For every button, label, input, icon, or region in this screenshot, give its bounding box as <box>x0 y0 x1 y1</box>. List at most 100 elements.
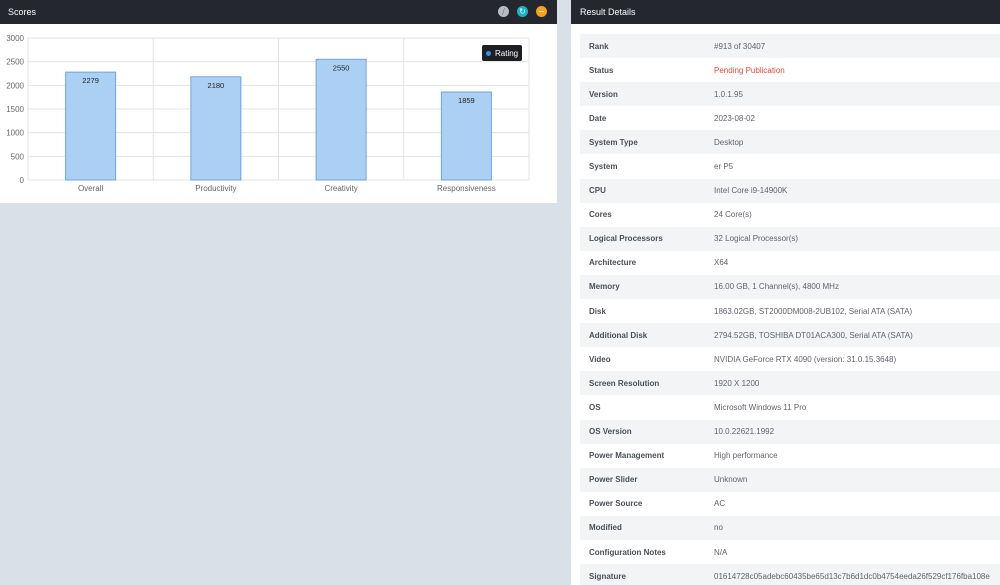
details-row-value: 1.0.1.95 <box>714 89 743 99</box>
details-row-value: 2794.52GB, TOSHIBA DT01ACA300, Serial AT… <box>714 330 913 340</box>
details-row: Date 2023-08-02 <box>580 106 1000 131</box>
details-row-value: AC <box>714 499 726 509</box>
details-row: Version 1.0.1.95 <box>580 82 1000 107</box>
details-row-label: Power Management <box>589 451 665 461</box>
x-tick-label: Creativity <box>324 184 357 193</box>
details-row-label: CPU <box>589 186 606 196</box>
scores-chart-svg: 0 500 1000 1500 2000 2500 3000 2279 Overall 2180 P… <box>6 34 530 193</box>
chart-legend[interactable]: Rating <box>482 45 522 61</box>
scores-panel-header: Scores ∕ ↻ − <box>0 0 557 24</box>
details-row-value: 16.00 GB, 1 Channel(s), 4800 MHz <box>714 282 839 292</box>
panel-controls: ∕ ↻ − <box>498 6 547 17</box>
details-row: Modified no <box>580 515 1000 540</box>
details-row: OS Microsoft Windows 11 Pro <box>580 395 1000 420</box>
details-row-value: no <box>714 523 723 533</box>
details-row-label: Status <box>589 65 614 75</box>
details-row-label: Logical Processors <box>589 234 663 244</box>
details-row-label: Power Source <box>589 499 643 509</box>
details-row-value: #913 of 30407 <box>714 41 766 51</box>
details-row: Configuration Notes N/A <box>580 539 1000 565</box>
pin-icon[interactable]: ∕ <box>498 6 509 17</box>
details-row-label: Memory <box>589 282 620 292</box>
details-row: Architecture X64 <box>580 250 1000 275</box>
legend-dot-icon <box>486 50 491 56</box>
details-row: Disk 1863.02GB, ST2000DM008-2UB102, Seria… <box>580 299 1000 324</box>
details-row: Video NVIDIA GeForce RTX 4090 (version: 3… <box>580 347 1000 372</box>
bar-value-label: 1859 <box>458 96 475 105</box>
bar-overall <box>65 71 117 181</box>
y-tick-label: 500 <box>11 152 25 161</box>
details-row-label: Configuration Notes <box>589 547 666 557</box>
x-tick-label: Overall <box>78 184 104 193</box>
details-row: Memory 16.00 GB, 1 Channel(s), 4800 MHz <box>580 274 1000 300</box>
details-row: Rank #913 of 30407 <box>580 34 1000 59</box>
details-row-value: 01614728c05adebc60435be65d13c7b6d1dc0b47… <box>714 571 990 581</box>
details-row-value: 32 Logical Processor(s) <box>714 234 799 244</box>
details-row: Power Slider Unknown <box>580 467 1000 492</box>
scores-chart: 0 500 1000 1500 2000 2500 3000 2279 Overall 2180 P… <box>0 24 557 203</box>
details-row-label: Screen Resolution <box>589 378 660 388</box>
details-row-value: Unknown <box>714 475 748 485</box>
details-row-label: OS Version <box>589 427 632 437</box>
y-tick-label: 1500 <box>6 105 24 114</box>
details-row: OS Version 10.0.22621.1992 <box>580 419 1000 444</box>
details-row: Status Pending Publication <box>580 58 1000 83</box>
y-tick-label: 2500 <box>6 58 24 67</box>
result-details-header: Result Details <box>571 0 1000 24</box>
refresh-icon[interactable]: ↻ <box>517 6 528 17</box>
details-row-label: OS <box>589 402 601 412</box>
bar-value-label: 2180 <box>208 81 225 90</box>
details-row-label: Signature <box>589 571 626 581</box>
details-row-value: er P5 <box>714 162 734 172</box>
x-tick-label: Productivity <box>195 184 236 193</box>
minimize-icon[interactable]: − <box>536 6 547 17</box>
details-row: Logical Processors 32 Logical Processor(s… <box>580 226 1000 251</box>
bar-productivity <box>190 76 242 181</box>
result-details-table: Rank #913 of 30407 Status Pending Publicati… <box>580 34 1000 585</box>
status-value: Pending Publication <box>714 65 785 75</box>
y-tick-label: 1000 <box>6 129 24 138</box>
bar-responsiveness <box>440 91 492 181</box>
result-details-panel: Result Details Rank #913 of 30407 Status Pe… <box>571 0 1000 585</box>
details-row-value: N/A <box>714 547 728 557</box>
details-row-value: Desktop <box>714 137 744 147</box>
details-row-value: X64 <box>714 258 729 268</box>
details-row: Signature 01614728c05adebc60435be65d13c7b… <box>580 564 1000 585</box>
details-row-value: 2023-08-02 <box>714 113 755 123</box>
scores-panel-title: Scores <box>8 7 37 17</box>
details-row-label: Additional Disk <box>589 330 648 340</box>
details-row-label: Modified <box>589 523 622 533</box>
details-row-label: Cores <box>589 210 612 220</box>
details-row: Additional Disk 2794.52GB, TOSHIBA DT01AC… <box>580 323 1000 348</box>
details-row-label: Architecture <box>589 258 637 268</box>
details-row: CPU Intel Core i9-14900K <box>580 178 1000 203</box>
bar-value-label: 2550 <box>333 63 350 72</box>
y-tick-label: 2000 <box>6 81 24 90</box>
details-row-value: Microsoft Windows 11 Pro <box>714 402 807 412</box>
details-row: Power Management High performance <box>580 443 1000 468</box>
details-row: Power Source AC <box>580 491 1000 516</box>
details-row-value: 1920 X 1200 <box>714 378 760 388</box>
details-row: System er P5 <box>580 154 1000 179</box>
details-row-label: System <box>589 162 618 172</box>
details-row-value: 24 Core(s) <box>714 210 752 220</box>
details-row-label: Video <box>589 354 611 364</box>
details-row-label: Power Slider <box>589 475 638 485</box>
details-row-value: High performance <box>714 451 778 461</box>
bar-creativity <box>315 58 367 181</box>
details-row-label: Version <box>589 89 618 99</box>
legend-label: Rating <box>495 48 519 58</box>
result-details-title: Result Details <box>580 7 636 17</box>
scores-panel: Scores ∕ ↻ − 0 500 1000 1500 2000 2500 3000 227… <box>0 0 557 203</box>
details-row-value: Intel Core i9-14900K <box>714 186 788 196</box>
details-row: Screen Resolution 1920 X 1200 <box>580 371 1000 396</box>
details-row: System Type Desktop <box>580 130 1000 155</box>
details-row-label: Date <box>589 113 607 123</box>
y-tick-label: 3000 <box>6 34 24 43</box>
details-row-value: NVIDIA GeForce RTX 4090 (version: 31.0.1… <box>714 354 897 364</box>
bar-value-label: 2279 <box>82 76 99 85</box>
details-row-label: Rank <box>589 41 609 51</box>
details-row-value: 10.0.22621.1992 <box>714 427 775 437</box>
y-tick-label: 0 <box>20 176 25 185</box>
details-row-label: System Type <box>589 137 638 147</box>
